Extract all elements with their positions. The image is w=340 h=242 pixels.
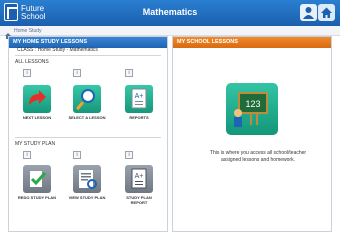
reports-button[interactable]: A+ bbox=[125, 85, 153, 113]
info-icon[interactable]: i bbox=[73, 69, 81, 77]
report-icon: A+ bbox=[131, 88, 147, 109]
breadcrumb: Home Study bbox=[0, 26, 340, 39]
info-icon[interactable]: i bbox=[23, 69, 31, 77]
next-lesson-button[interactable] bbox=[23, 85, 51, 113]
divider bbox=[15, 55, 161, 56]
class-label: CLASS : Home Study - Mathematics bbox=[17, 47, 98, 53]
info-icon[interactable]: i bbox=[73, 151, 81, 159]
next-lesson-label: NEXT LESSON bbox=[22, 115, 52, 120]
study-plan-report-button[interactable]: A+ bbox=[125, 165, 153, 193]
view-plan-icon bbox=[79, 170, 97, 189]
school-lessons-button[interactable]: 123 bbox=[226, 83, 278, 135]
school-lessons-panel: MY SCHOOL LESSONS 123 This is where you … bbox=[172, 36, 332, 232]
plan-report-icon: A+ bbox=[131, 168, 147, 189]
magnifier-icon bbox=[76, 89, 95, 111]
home-icon[interactable] bbox=[318, 4, 335, 21]
info-icon[interactable]: i bbox=[125, 69, 133, 77]
info-icon[interactable]: i bbox=[23, 151, 31, 159]
svg-text:A+: A+ bbox=[135, 93, 144, 100]
view-study-plan-button[interactable] bbox=[73, 165, 101, 193]
breadcrumb-item[interactable]: Home Study bbox=[14, 27, 42, 35]
home-icon[interactable] bbox=[4, 27, 12, 39]
app-header: Future School Mathematics bbox=[0, 0, 340, 26]
red-arrow-icon bbox=[29, 90, 46, 105]
info-icon[interactable]: i bbox=[125, 151, 133, 159]
redo-study-plan-button[interactable] bbox=[23, 165, 51, 193]
my-study-plan-label: MY STUDY PLAN bbox=[15, 141, 56, 147]
svg-text:A+: A+ bbox=[135, 173, 144, 180]
study-plan-report-label: STUDY PLAN REPORT bbox=[126, 195, 152, 205]
redo-icon bbox=[30, 171, 47, 187]
view-study-plan-label: VIEW STUDY PLAN bbox=[68, 195, 106, 200]
svg-text:123: 123 bbox=[245, 99, 260, 109]
user-icon[interactable] bbox=[300, 4, 317, 21]
reports-label: REPORTS bbox=[129, 115, 149, 120]
divider bbox=[15, 137, 161, 138]
redo-study-plan-label: REDO STUDY PLAN bbox=[17, 195, 57, 200]
home-study-panel: MY HOME STUDY LESSONS CLASS : Home Study… bbox=[8, 36, 168, 232]
select-a-lesson-label: SELECT A LESSON bbox=[68, 115, 106, 120]
school-lessons-description: This is where you access all school/teac… bbox=[209, 150, 307, 163]
page-title: Mathematics bbox=[142, 7, 198, 17]
chalkboard-icon: 123 bbox=[234, 92, 268, 127]
all-lessons-label: ALL LESSONS bbox=[15, 59, 49, 65]
select-a-lesson-button[interactable] bbox=[73, 85, 101, 113]
panel-title: MY SCHOOL LESSONS bbox=[173, 37, 331, 48]
